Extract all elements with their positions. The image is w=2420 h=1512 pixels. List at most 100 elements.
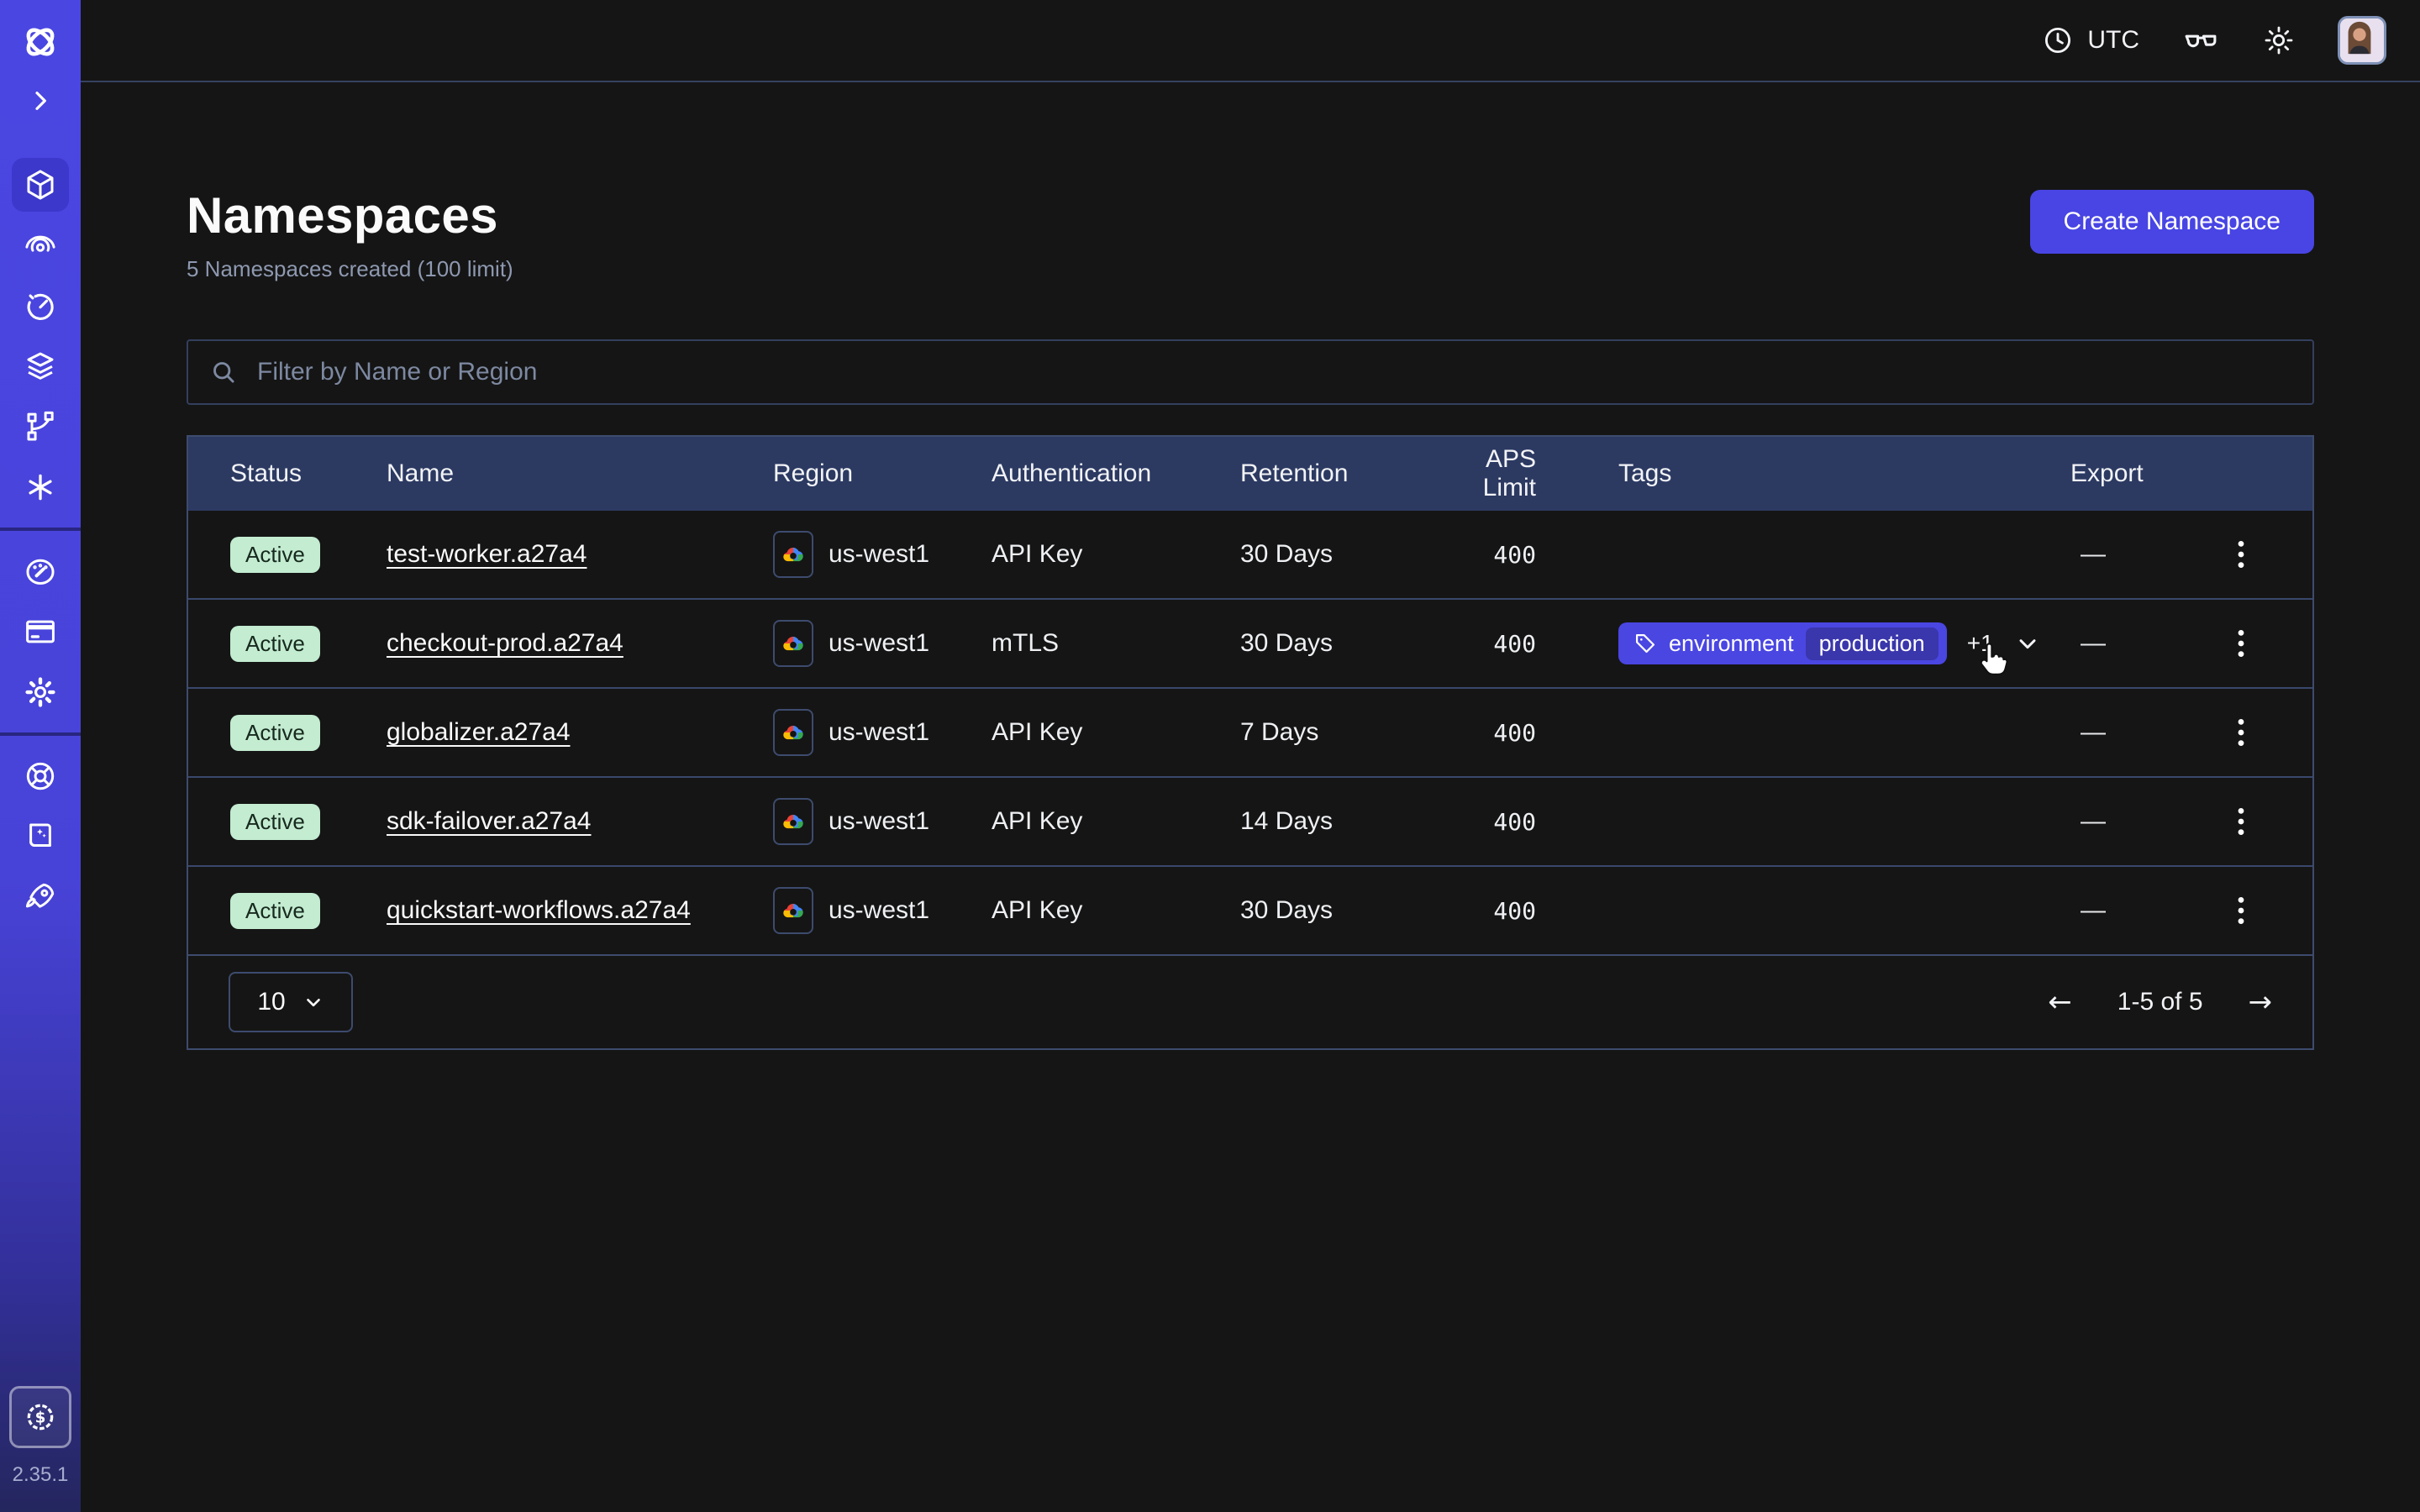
tags-more-count: +1 xyxy=(1967,630,1994,657)
auth-cell: API Key xyxy=(992,540,1240,569)
credits-badge-button[interactable]: $ xyxy=(9,1386,71,1448)
table-footer: 10 ← 1-5 of 5 → xyxy=(188,954,2312,1048)
region-label: us-west1 xyxy=(829,896,929,925)
export-value: — xyxy=(2081,896,2106,925)
column-header-tags: Tags xyxy=(1618,459,2070,488)
chevron-down-icon xyxy=(2014,630,2041,657)
sidebar-item-support[interactable] xyxy=(0,746,81,806)
export-cell: — xyxy=(2070,778,2312,865)
kebab-icon xyxy=(2237,629,2245,658)
namespace-link[interactable]: checkout-prod.a27a4 xyxy=(387,629,623,657)
aps-limit-cell: 400 xyxy=(1430,897,1618,925)
status-badge: Active xyxy=(230,626,320,662)
sidebar-nav-account xyxy=(0,541,81,722)
gcp-region-icon xyxy=(773,887,813,934)
status-badge: Active xyxy=(230,804,320,840)
region-label: us-west1 xyxy=(829,718,929,747)
retention-cell: 14 Days xyxy=(1240,807,1430,836)
row-actions-kebab[interactable] xyxy=(2230,890,2252,932)
gcp-region-icon xyxy=(773,531,813,578)
sidebar-item-nexus[interactable] xyxy=(0,215,81,276)
rocket-icon xyxy=(23,879,58,915)
prev-page-arrow[interactable]: ← xyxy=(2048,985,2072,1019)
sidebar-item-workflows[interactable] xyxy=(0,396,81,457)
sun-icon xyxy=(2262,24,2296,57)
asterisk-icon xyxy=(23,470,58,505)
clock-icon xyxy=(2042,24,2074,56)
row-actions-kebab[interactable] xyxy=(2230,533,2252,575)
export-cell: — xyxy=(2070,511,2312,598)
create-namespace-button[interactable]: Create Namespace xyxy=(2030,190,2314,254)
row-actions-kebab[interactable] xyxy=(2230,622,2252,664)
table-row: Active globalizer.a27a4 us-west xyxy=(188,687,2312,776)
ui-version: 2.35.1 xyxy=(13,1463,69,1487)
sidebar-item-deployments[interactable] xyxy=(0,336,81,396)
retention-cell: 30 Days xyxy=(1240,629,1430,658)
book-sparkle-icon xyxy=(23,819,58,854)
auth-cell: API Key xyxy=(992,807,1240,836)
sidebar-item-schedules[interactable] xyxy=(0,276,81,336)
aps-limit-cell: 400 xyxy=(1430,719,1618,747)
sidebar-divider xyxy=(0,732,81,736)
user-avatar[interactable] xyxy=(2338,16,2386,65)
export-value: — xyxy=(2081,629,2106,658)
export-cell: — xyxy=(2070,689,2312,776)
branch-icon xyxy=(23,409,58,444)
svg-text:$: $ xyxy=(35,1410,46,1427)
aps-limit-cell: 400 xyxy=(1430,541,1618,569)
lifebuoy-icon xyxy=(23,759,58,794)
search-icon xyxy=(208,357,239,387)
tag-key: environment xyxy=(1669,631,1794,657)
row-actions-kebab[interactable] xyxy=(2230,801,2252,843)
auth-cell: API Key xyxy=(992,718,1240,747)
sidebar-expand-chevron-icon[interactable] xyxy=(27,82,54,119)
main-area: UTC xyxy=(81,0,2420,1512)
next-page-arrow[interactable]: → xyxy=(2249,985,2273,1019)
export-value: — xyxy=(2081,807,2106,836)
theme-toggle[interactable] xyxy=(2262,24,2296,57)
filter-input[interactable] xyxy=(254,356,2292,388)
speedometer-icon xyxy=(23,554,58,589)
page-subtitle: 5 Namespaces created (100 limit) xyxy=(187,256,513,282)
credit-card-icon xyxy=(23,614,58,649)
kebab-icon xyxy=(2237,896,2245,925)
page-size-select[interactable]: 10 xyxy=(229,972,353,1032)
timezone-selector[interactable]: UTC xyxy=(2042,24,2139,56)
filter-bar xyxy=(187,339,2314,405)
table-row: Active checkout-prod.a27a4 us-w xyxy=(188,598,2312,687)
column-header-retention: Retention xyxy=(1240,459,1430,488)
row-actions-kebab[interactable] xyxy=(2230,711,2252,753)
auth-cell: mTLS xyxy=(992,629,1240,658)
gcp-region-icon xyxy=(773,620,813,667)
sidebar-item-usage[interactable] xyxy=(0,541,81,601)
table-row: Active quickstart-workflows.a27a4 xyxy=(188,865,2312,954)
region-label: us-west1 xyxy=(829,807,929,836)
export-cell: — xyxy=(2070,600,2312,687)
app-root: $ 2.35.1 UTC xyxy=(0,0,2420,1512)
namespace-link[interactable]: globalizer.a27a4 xyxy=(387,718,571,746)
nexus-eye-icon xyxy=(23,228,58,263)
namespace-link[interactable]: test-worker.a27a4 xyxy=(387,540,587,568)
status-badge: Active xyxy=(230,893,320,929)
sidebar-item-billing[interactable] xyxy=(0,601,81,662)
sidebar-item-docs[interactable] xyxy=(0,806,81,867)
sidebar-divider xyxy=(0,528,81,531)
namespaces-table: StatusNameRegionAuthenticationRetentionA… xyxy=(187,435,2314,1050)
region-label: us-west1 xyxy=(829,540,929,569)
sidebar: $ 2.35.1 xyxy=(0,0,81,1512)
sidebar-item-ai[interactable] xyxy=(0,457,81,517)
pagination-range: 1-5 of 5 xyxy=(2118,988,2203,1016)
sidebar-nav-help xyxy=(0,746,81,927)
tags-expand-button[interactable] xyxy=(2014,630,2041,657)
sidebar-item-getting-started[interactable] xyxy=(0,867,81,927)
sidebar-item-settings[interactable] xyxy=(0,662,81,722)
tag-chip[interactable]: environmentproduction xyxy=(1618,622,1947,664)
namespace-link[interactable]: quickstart-workflows.a27a4 xyxy=(387,896,691,924)
status-badge: Active xyxy=(230,537,320,573)
page-size-value: 10 xyxy=(257,988,285,1016)
namespace-link[interactable]: sdk-failover.a27a4 xyxy=(387,807,592,835)
labs-toggle[interactable] xyxy=(2181,21,2220,60)
kebab-icon xyxy=(2237,540,2245,569)
kebab-icon xyxy=(2237,718,2245,747)
sidebar-item-namespaces[interactable] xyxy=(0,155,81,215)
